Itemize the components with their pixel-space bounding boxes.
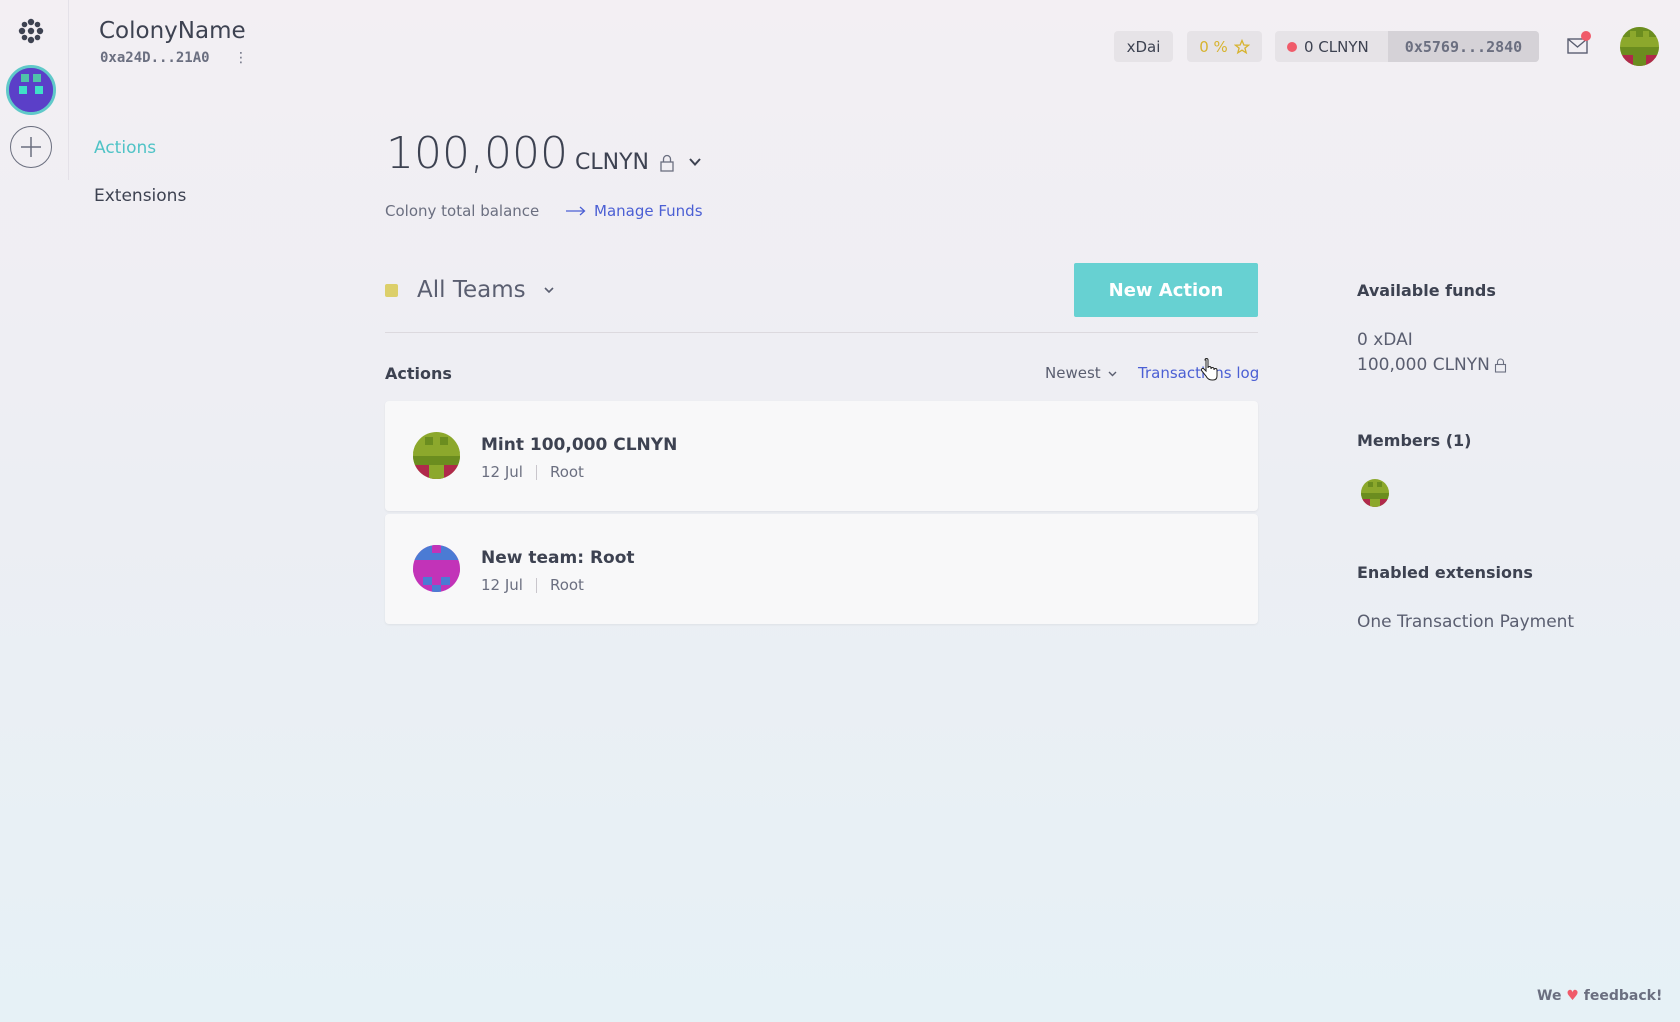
wallet-pill[interactable]: 0 CLNYN 0x5769...2840 <box>1275 31 1539 62</box>
wallet-address[interactable]: 0x5769...2840 <box>1388 31 1539 62</box>
team-color-indicator <box>385 284 398 297</box>
wallet-balance-value: 0 CLNYN <box>1304 37 1369 56</box>
chevron-down-icon[interactable] <box>543 284 555 296</box>
funds-item-label: 100,000 CLNYN <box>1357 355 1490 375</box>
sort-select[interactable]: Newest <box>1045 364 1118 382</box>
colony-balance-token: CLNYN <box>575 150 649 175</box>
feedback-link[interactable]: We ♥ feedback! <box>1537 988 1662 1004</box>
meta-separator <box>535 577 537 593</box>
new-action-button[interactable]: New Action <box>1074 263 1258 317</box>
user-avatar[interactable] <box>1620 27 1659 66</box>
reputation-badge[interactable]: 0 % <box>1187 31 1262 62</box>
colony-address-menu-icon[interactable]: ⋮ <box>234 50 248 66</box>
team-select[interactable]: All Teams <box>417 277 526 303</box>
add-colony-button[interactable] <box>10 126 52 168</box>
colony-avatar[interactable] <box>6 65 56 115</box>
action-avatar <box>413 545 460 592</box>
action-meta: 12 Jul Root <box>481 463 584 481</box>
actions-heading: Actions <box>385 364 452 383</box>
wallet-status-dot <box>1287 41 1297 52</box>
colony-address[interactable]: 0xa24D...21A0 <box>100 50 210 66</box>
transactions-log-link[interactable]: Transactions log <box>1138 364 1259 382</box>
meta-separator <box>535 464 537 480</box>
colony-balance-label: Colony total balance <box>385 202 540 220</box>
chevron-down-icon[interactable] <box>688 155 702 169</box>
sort-select-label: Newest <box>1045 364 1101 382</box>
enabled-extensions-heading: Enabled extensions <box>1357 563 1533 582</box>
arrow-right-icon <box>566 206 586 216</box>
wallet-balance: 0 CLNYN <box>1275 38 1388 56</box>
manage-funds-label: Manage Funds <box>594 202 703 220</box>
funds-item: 100,000 CLNYN <box>1357 355 1507 375</box>
action-date: 12 Jul <box>481 463 523 481</box>
action-team: Root <box>549 463 584 481</box>
action-date: 12 Jul <box>481 576 523 594</box>
star-icon <box>1233 38 1250 54</box>
network-label: xDai <box>1126 37 1161 56</box>
colony-logo-icon[interactable] <box>16 16 46 46</box>
member-avatar[interactable] <box>1361 479 1389 507</box>
manage-funds-link[interactable]: Manage Funds <box>566 202 703 220</box>
lock-icon <box>660 154 674 172</box>
plus-icon <box>21 137 41 157</box>
lock-icon <box>1494 358 1506 373</box>
colony-balance-amount: 100,000 <box>386 128 568 179</box>
available-funds-heading: Available funds <box>1357 281 1496 300</box>
action-meta: 12 Jul Root <box>481 576 584 594</box>
action-avatar <box>413 432 460 479</box>
members-heading: Members (1) <box>1357 431 1472 450</box>
action-title: New team: Root <box>481 548 635 568</box>
heart-icon: ♥ <box>1566 988 1579 1004</box>
nav-item-extensions[interactable]: Extensions <box>94 186 186 206</box>
funds-item: 0 xDAI <box>1357 330 1413 350</box>
divider <box>385 332 1258 333</box>
notification-dot <box>1581 31 1591 41</box>
hand-cursor-icon <box>1200 358 1218 381</box>
network-badge[interactable]: xDai <box>1114 31 1173 62</box>
action-team: Root <box>549 576 584 594</box>
action-row[interactable]: New team: Root 12 Jul Root <box>385 514 1258 624</box>
extension-item[interactable]: One Transaction Payment <box>1357 612 1574 632</box>
action-row[interactable]: Mint 100,000 CLNYN 12 Jul Root <box>385 401 1258 511</box>
feedback-suffix: feedback! <box>1583 988 1663 1004</box>
colony-name: ColonyName <box>99 18 246 44</box>
chevron-down-icon <box>1108 371 1117 376</box>
action-title: Mint 100,000 CLNYN <box>481 435 678 455</box>
nav-item-actions[interactable]: Actions <box>94 138 156 158</box>
colony-rail <box>0 0 69 180</box>
feedback-prefix: We <box>1537 988 1562 1004</box>
reputation-value: 0 % <box>1199 37 1228 56</box>
